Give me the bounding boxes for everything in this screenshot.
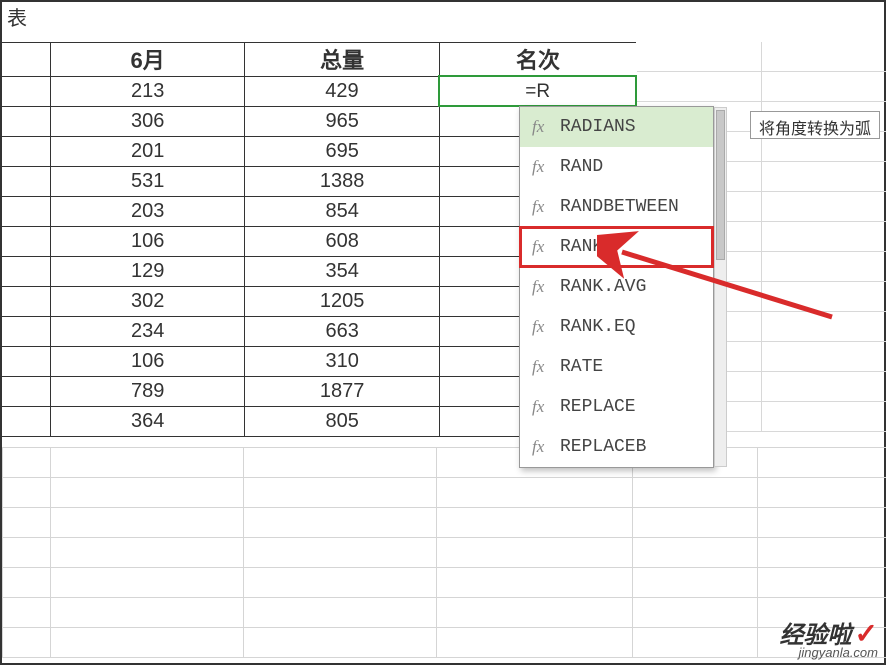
check-icon: ✓ (855, 620, 878, 648)
active-cell[interactable]: =R (439, 76, 636, 106)
dropdown-item-label: RAND (560, 157, 603, 177)
fx-icon: fx (532, 197, 550, 217)
empty-grid (2, 447, 886, 658)
fx-icon: fx (532, 437, 550, 457)
cell[interactable]: 106 (50, 226, 245, 256)
dropdown-item-label: RANK.EQ (560, 317, 636, 337)
cell[interactable]: 203 (50, 196, 245, 226)
dropdown-item-label: RANK (560, 237, 603, 257)
cell[interactable] (2, 196, 50, 226)
cell[interactable] (2, 226, 50, 256)
cell[interactable] (2, 286, 50, 316)
function-tooltip: 将角度转换为弧 (750, 111, 880, 139)
fx-icon: fx (532, 357, 550, 377)
cell[interactable]: 805 (245, 406, 440, 436)
cell[interactable]: 1388 (245, 166, 440, 196)
dropdown-item-replaceb[interactable]: fx REPLACEB (520, 427, 713, 467)
fx-icon: fx (532, 237, 550, 257)
header-stub (2, 43, 50, 77)
cell[interactable] (2, 316, 50, 346)
dropdown-item-rate[interactable]: fx RATE (520, 347, 713, 387)
cell[interactable]: 129 (50, 256, 245, 286)
cell[interactable]: 854 (245, 196, 440, 226)
title-fragment: 表 (7, 2, 27, 31)
watermark: 经验啦 ✓ jingyanla.com (780, 620, 878, 659)
cell[interactable]: 965 (245, 106, 440, 136)
function-autocomplete-dropdown[interactable]: fx RADIANS fx RAND fx RANDBETWEEN fx RAN… (519, 106, 714, 468)
cell[interactable]: 213 (50, 76, 245, 106)
dropdown-item-rank[interactable]: fx RANK (520, 227, 713, 267)
spreadsheet-area: 表 6月 总量 名次 213 429 =R 306 965 201 695 (2, 2, 886, 667)
dropdown-item-label: RANDBETWEEN (560, 197, 679, 217)
fx-icon: fx (532, 117, 550, 137)
cell[interactable] (2, 106, 50, 136)
cell[interactable]: 234 (50, 316, 245, 346)
dropdown-item-label: REPLACE (560, 397, 636, 417)
formula-text: =R (525, 81, 550, 102)
cell[interactable] (2, 376, 50, 406)
fx-icon: fx (532, 157, 550, 177)
cell[interactable] (2, 256, 50, 286)
cell[interactable]: 106 (50, 346, 245, 376)
dropdown-item-label: RANK.AVG (560, 277, 646, 297)
fx-icon: fx (532, 317, 550, 337)
header-col1: 6月 (50, 43, 245, 77)
dropdown-item-rank-avg[interactable]: fx RANK.AVG (520, 267, 713, 307)
cell[interactable]: 531 (50, 166, 245, 196)
header-col2: 总量 (245, 43, 440, 77)
cell[interactable] (2, 136, 50, 166)
cell[interactable]: 306 (50, 106, 245, 136)
table-row: 213 429 =R (2, 76, 636, 106)
dropdown-item-rand[interactable]: fx RAND (520, 147, 713, 187)
cell[interactable]: 1877 (245, 376, 440, 406)
cell[interactable] (2, 166, 50, 196)
dropdown-item-replace[interactable]: fx REPLACE (520, 387, 713, 427)
cell[interactable]: 608 (245, 226, 440, 256)
cell[interactable]: 429 (245, 76, 440, 106)
fx-icon: fx (532, 277, 550, 297)
dropdown-item-label: RADIANS (560, 117, 636, 137)
header-col3: 名次 (439, 43, 636, 77)
cell[interactable] (2, 76, 50, 106)
dropdown-scrollbar[interactable] (714, 107, 727, 467)
dropdown-item-rank-eq[interactable]: fx RANK.EQ (520, 307, 713, 347)
fx-icon: fx (532, 397, 550, 417)
cell[interactable]: 1205 (245, 286, 440, 316)
scrollbar-thumb[interactable] (716, 110, 725, 260)
dropdown-item-randbetween[interactable]: fx RANDBETWEEN (520, 187, 713, 227)
cell[interactable] (2, 346, 50, 376)
cell[interactable]: 302 (50, 286, 245, 316)
dropdown-item-label: RATE (560, 357, 603, 377)
cell[interactable]: 354 (245, 256, 440, 286)
cell[interactable]: 310 (245, 346, 440, 376)
dropdown-item-radians[interactable]: fx RADIANS (520, 107, 713, 147)
cell[interactable]: 695 (245, 136, 440, 166)
cell[interactable]: 364 (50, 406, 245, 436)
cell[interactable]: 663 (245, 316, 440, 346)
header-row: 6月 总量 名次 (2, 43, 636, 77)
cell[interactable]: 201 (50, 136, 245, 166)
dropdown-item-label: REPLACEB (560, 437, 646, 457)
cell[interactable] (2, 406, 50, 436)
cell[interactable]: 789 (50, 376, 245, 406)
